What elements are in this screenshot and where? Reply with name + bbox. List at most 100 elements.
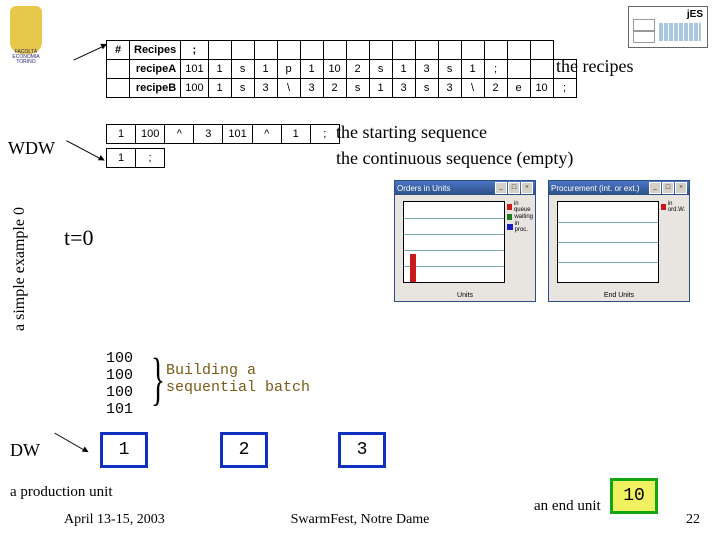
recipe-table: # Recipes ; recipeA 101 1 s 1 p 1 10 2 s… [106,40,577,98]
cell: 2 [323,79,346,98]
cell: s [231,79,254,98]
x-axis-label: End Units [549,292,689,299]
legend: in queue waiting in proc. [507,201,533,234]
window-title: Procurement (int. or ext.) [551,184,648,193]
titlebar[interactable]: Procurement (int. or ext.) _ □ × [549,181,689,195]
wdw-row1: 1 100 ^ 3 101 ^ 1 ; [106,124,340,144]
cell: ; [484,60,507,79]
close-icon[interactable]: × [521,182,533,194]
crest-logo [10,6,42,54]
table-row: recipeB 100 1 s 3 \ 3 2 s 1 3 s 3 \ 2 e … [107,79,577,98]
plot-area [403,201,505,283]
cell: 1 [281,125,310,144]
production-unit-3: 3 [338,432,386,468]
cell: 3 [415,60,438,79]
crest-caption-l3: TORINO [16,59,35,65]
crest-caption: FACOLTÀ ECONOMIA TORINO [8,50,44,65]
cell: p [277,60,300,79]
cell: 100 [136,125,165,144]
legend: in ord.W. [661,201,687,214]
table-row: recipeA 101 1 s 1 p 1 10 2 s 1 3 s 1 ; [107,60,577,79]
cell: ; [136,149,165,168]
cell: 1 [107,149,136,168]
window-title: Orders in Units [397,184,494,193]
minimize-icon[interactable]: _ [649,182,661,194]
legend-item: waiting [514,214,533,220]
batch-note: Building a sequential batch [166,362,310,396]
batch-line: 101 [106,401,133,418]
titlebar[interactable]: Orders in Units _ □ × [395,181,535,195]
starting-seq-label: the starting sequence [336,122,487,143]
cell: 2 [346,60,369,79]
cell: 3 [392,79,415,98]
legend-item: in ord.W. [668,201,687,213]
legend-item: in proc. [515,221,533,233]
cell: s [346,79,369,98]
cell: 2 [484,79,507,98]
plot-area [557,201,659,283]
x-axis-label: Units [395,292,535,299]
continuous-seq-label: the continuous sequence (empty) [336,148,573,169]
brace-icon: } [151,350,165,408]
cell: s [231,60,254,79]
batch-note-l1: Building a [166,362,256,379]
cell: 3 [254,79,277,98]
cell: s [438,60,461,79]
side-label: a simple example 0 [11,207,29,331]
jes-logo: jES [628,6,708,48]
cell: 1 [208,79,231,98]
slide: FACOLTÀ ECONOMIA TORINO jES # Recipes ; … [0,0,720,540]
batch-note-l2: sequential batch [166,379,310,396]
t-equals: t=0 [64,225,94,251]
cell: 1 [369,79,392,98]
cell: ^ [252,125,281,144]
footer-venue: SwarmFest, Notre Dame [0,512,720,528]
cell: s [369,60,392,79]
cell: 101 [181,60,208,79]
jes-mini-chart-icon [633,31,655,43]
arrow-icon [66,140,104,161]
cell: 1 [254,60,277,79]
cell: 10 [530,79,553,98]
recipeB-label: recipeB [130,79,181,98]
cell: \ [277,79,300,98]
table-row: # Recipes ; [107,41,577,60]
batch-list: 100 100 100 101 [106,350,133,418]
recipes-caption: the recipes [556,56,633,77]
dw-label: DW [10,440,40,461]
recipeA-label: recipeA [130,60,181,79]
cell: 1 [392,60,415,79]
legend-item: in queue [514,201,533,213]
maximize-icon[interactable]: □ [508,182,520,194]
procurement-window[interactable]: Procurement (int. or ext.) _ □ × in ord.… [548,180,690,302]
cell: ; [310,125,339,144]
cell: 100 [181,79,208,98]
end-unit-10: 10 [610,478,658,514]
orders-window[interactable]: Orders in Units _ □ × in queue waiting i… [394,180,536,302]
header-recipes: Recipes [130,41,181,60]
cell: 3 [194,125,223,144]
bar-icon [410,254,416,282]
production-unit-2: 2 [220,432,268,468]
cell: 1 [107,125,136,144]
cell: e [507,79,530,98]
header-hash: # [107,41,130,60]
arrow-icon [73,44,106,60]
batch-line: 100 [106,384,133,401]
batch-line: 100 [106,367,133,384]
minimize-icon[interactable]: _ [495,182,507,194]
page-number: 22 [686,512,700,528]
maximize-icon[interactable]: □ [662,182,674,194]
cell: \ [461,79,484,98]
batch-line: 100 [106,350,133,367]
cell: 10 [323,60,346,79]
cell: 3 [300,79,323,98]
cell: s [415,79,438,98]
wdw-row2: 1 ; [106,148,165,168]
cell: 1 [461,60,484,79]
cell: 101 [223,125,252,144]
close-icon[interactable]: × [675,182,687,194]
production-unit-caption: a production unit [10,484,112,501]
cell: 1 [208,60,231,79]
jes-mini-chart-icon [633,19,655,31]
